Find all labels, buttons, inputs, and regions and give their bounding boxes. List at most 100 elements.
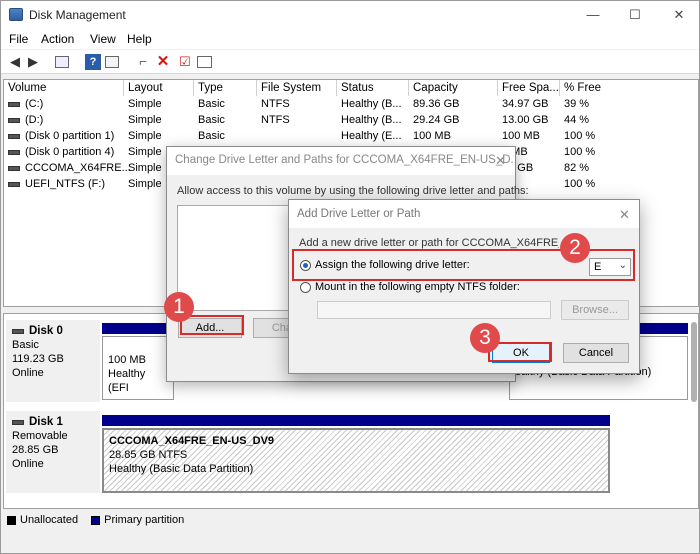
menu-bar: File Action View Help (1, 29, 699, 49)
volume-drive-icon (8, 133, 20, 139)
volume-row-volume[interactable]: (Disk 0 partition 1) (8, 129, 114, 144)
menu-action[interactable]: Action (41, 32, 74, 46)
volume-row-status[interactable]: Healthy (B... (341, 97, 402, 112)
volume-row-layout[interactable]: Simple (128, 177, 162, 192)
volume-row-free[interactable]: 100 MB (502, 129, 540, 144)
volume-row-type[interactable]: Basic (198, 97, 225, 112)
volume-row-layout[interactable]: Simple (128, 161, 162, 176)
connect-icon[interactable]: ⌐ (135, 54, 151, 70)
volume-row-fs[interactable]: NTFS (261, 97, 290, 112)
volume-row-fs[interactable]: NTFS (261, 113, 290, 128)
step-3-badge: 3 (470, 323, 500, 353)
volume-cell-text: (Disk 0 partition 4) (25, 146, 115, 158)
volume-row-volume[interactable]: (C:) (8, 97, 43, 112)
mount-folder-label[interactable]: Mount in the following empty NTFS folder… (315, 281, 520, 293)
menu-file[interactable]: File (9, 32, 28, 46)
column-header-file-system[interactable]: File System (257, 80, 337, 96)
close-button[interactable]: ✕ (665, 5, 693, 25)
volume-row-pct[interactable]: 100 % (564, 177, 595, 192)
volume-cell-text: Simple (128, 178, 162, 190)
disk-0-scrollbar[interactable] (691, 322, 697, 402)
console-tree-icon[interactable] (55, 56, 69, 68)
volume-cell-text: Simple (128, 114, 162, 126)
volume-row-free[interactable]: 13.00 GB (502, 113, 548, 128)
volume-row-status[interactable]: Healthy (B... (341, 113, 402, 128)
cancel-button[interactable]: Cancel (563, 343, 629, 363)
checklist-icon[interactable]: ☑ (177, 54, 193, 70)
volume-drive-icon (8, 149, 20, 155)
menu-view[interactable]: View (90, 32, 116, 46)
disk-1-name: Disk 1 (29, 416, 63, 428)
volume-row-pct[interactable]: 100 % (564, 145, 595, 160)
volume-cell-text: NTFS (261, 114, 290, 126)
change-dialog-close-button[interactable]: ✕ (495, 153, 506, 169)
title-bar: Disk Management — ☐ ✕ (1, 1, 699, 29)
delete-icon[interactable]: ✕ (155, 54, 171, 70)
column-header-percent-free[interactable]: % Free (560, 80, 698, 96)
unallocated-swatch (7, 515, 16, 525)
disk-0-efi-partition[interactable]: 100 MB Healthy (EFI (102, 336, 174, 400)
volume-cell-text: UEFI_NTFS (F:) (25, 178, 106, 190)
volume-row-capacity[interactable]: 89.36 GB (413, 97, 459, 112)
toolbar: ◀ ▶ ? ⌐ ✕ ☑ (1, 50, 699, 74)
column-header-type[interactable]: Type (194, 80, 257, 96)
disk-1-partition[interactable]: CCCOMA_X64FRE_EN-US_DV9 28.85 GB NTFS He… (102, 428, 610, 493)
volume-cell-text: Healthy (B... (341, 114, 402, 126)
column-header-layout[interactable]: Layout (124, 80, 194, 96)
add-dialog-close-button[interactable]: ✕ (619, 207, 630, 223)
volume-cell-text: Healthy (B... (341, 98, 402, 110)
volume-row-type[interactable]: Basic (198, 129, 225, 144)
volume-row-capacity[interactable]: 29.24 GB (413, 113, 459, 128)
volume-row-layout[interactable]: Simple (128, 113, 162, 128)
volume-row-pct[interactable]: 82 % (564, 161, 589, 176)
legend-unallocated: Unallocated (20, 514, 79, 526)
disk-0-label[interactable]: Disk 0 Basic 119.23 GB Online (6, 320, 100, 402)
disk-1-volume-status: Healthy (Basic Data Partition) (109, 463, 254, 475)
legend: Unallocated Primary partition (7, 514, 184, 526)
volume-row-volume[interactable]: CCCOMA_X64FRE... (8, 161, 131, 176)
column-header-capacity[interactable]: Capacity (409, 80, 498, 96)
back-arrow-icon[interactable]: ◀ (7, 54, 23, 70)
volume-row-pct[interactable]: 44 % (564, 113, 589, 128)
volume-row-pct[interactable]: 100 % (564, 129, 595, 144)
volume-row-free[interactable]: 34.97 GB (502, 97, 548, 112)
volume-row-layout[interactable]: Simple (128, 129, 162, 144)
disk-icon (12, 328, 24, 334)
volume-row-pct[interactable]: 39 % (564, 97, 589, 112)
volume-row-volume[interactable]: UEFI_NTFS (F:) (8, 177, 105, 192)
add-button-highlight (180, 315, 244, 335)
forward-arrow-icon[interactable]: ▶ (25, 54, 41, 70)
volume-row-volume[interactable]: (Disk 0 partition 4) (8, 145, 114, 160)
disk-1-label[interactable]: Disk 1 Removable 28.85 GB Online (6, 411, 100, 493)
help-icon[interactable]: ? (85, 54, 101, 70)
volume-row-layout[interactable]: Simple (128, 97, 162, 112)
volume-drive-icon (8, 165, 20, 171)
mount-folder-path-input[interactable] (317, 301, 551, 319)
maximize-button[interactable]: ☐ (621, 5, 649, 25)
column-header-status[interactable]: Status (337, 80, 409, 96)
minimize-button[interactable]: — (579, 5, 607, 25)
properties-icon[interactable] (105, 56, 119, 68)
add-dialog-instruction: Add a new drive letter or path for CCCOM… (299, 237, 559, 249)
change-dialog-title-bar: Change Drive Letter and Paths for CCCOMA… (167, 147, 515, 175)
disk-1-size: 28.85 GB (12, 444, 59, 456)
volume-row-type[interactable]: Basic (198, 113, 225, 128)
volume-cell-text: Basic (198, 98, 225, 110)
column-header-volume[interactable]: Volume (4, 80, 124, 96)
menu-help[interactable]: Help (127, 32, 152, 46)
browse-button[interactable]: Browse... (561, 300, 629, 320)
legend-primary: Primary partition (104, 514, 185, 526)
volume-row-layout[interactable]: Simple (128, 145, 162, 160)
disk-management-icon (9, 8, 23, 21)
mount-folder-radio[interactable] (300, 282, 311, 293)
change-dialog-title: Change Drive Letter and Paths for CCCOMA… (175, 154, 515, 166)
disk-1-partition-bar (102, 415, 610, 426)
volume-cell-text: Simple (128, 162, 162, 174)
column-header-free-space[interactable]: Free Spa... (498, 80, 560, 96)
volume-cell-text: NTFS (261, 98, 290, 110)
view-icon[interactable] (197, 56, 212, 68)
volume-row-volume[interactable]: (D:) (8, 113, 43, 128)
volume-row-status[interactable]: Healthy (E... (341, 129, 402, 144)
volume-cell-text: Simple (128, 98, 162, 110)
volume-row-capacity[interactable]: 100 MB (413, 129, 451, 144)
